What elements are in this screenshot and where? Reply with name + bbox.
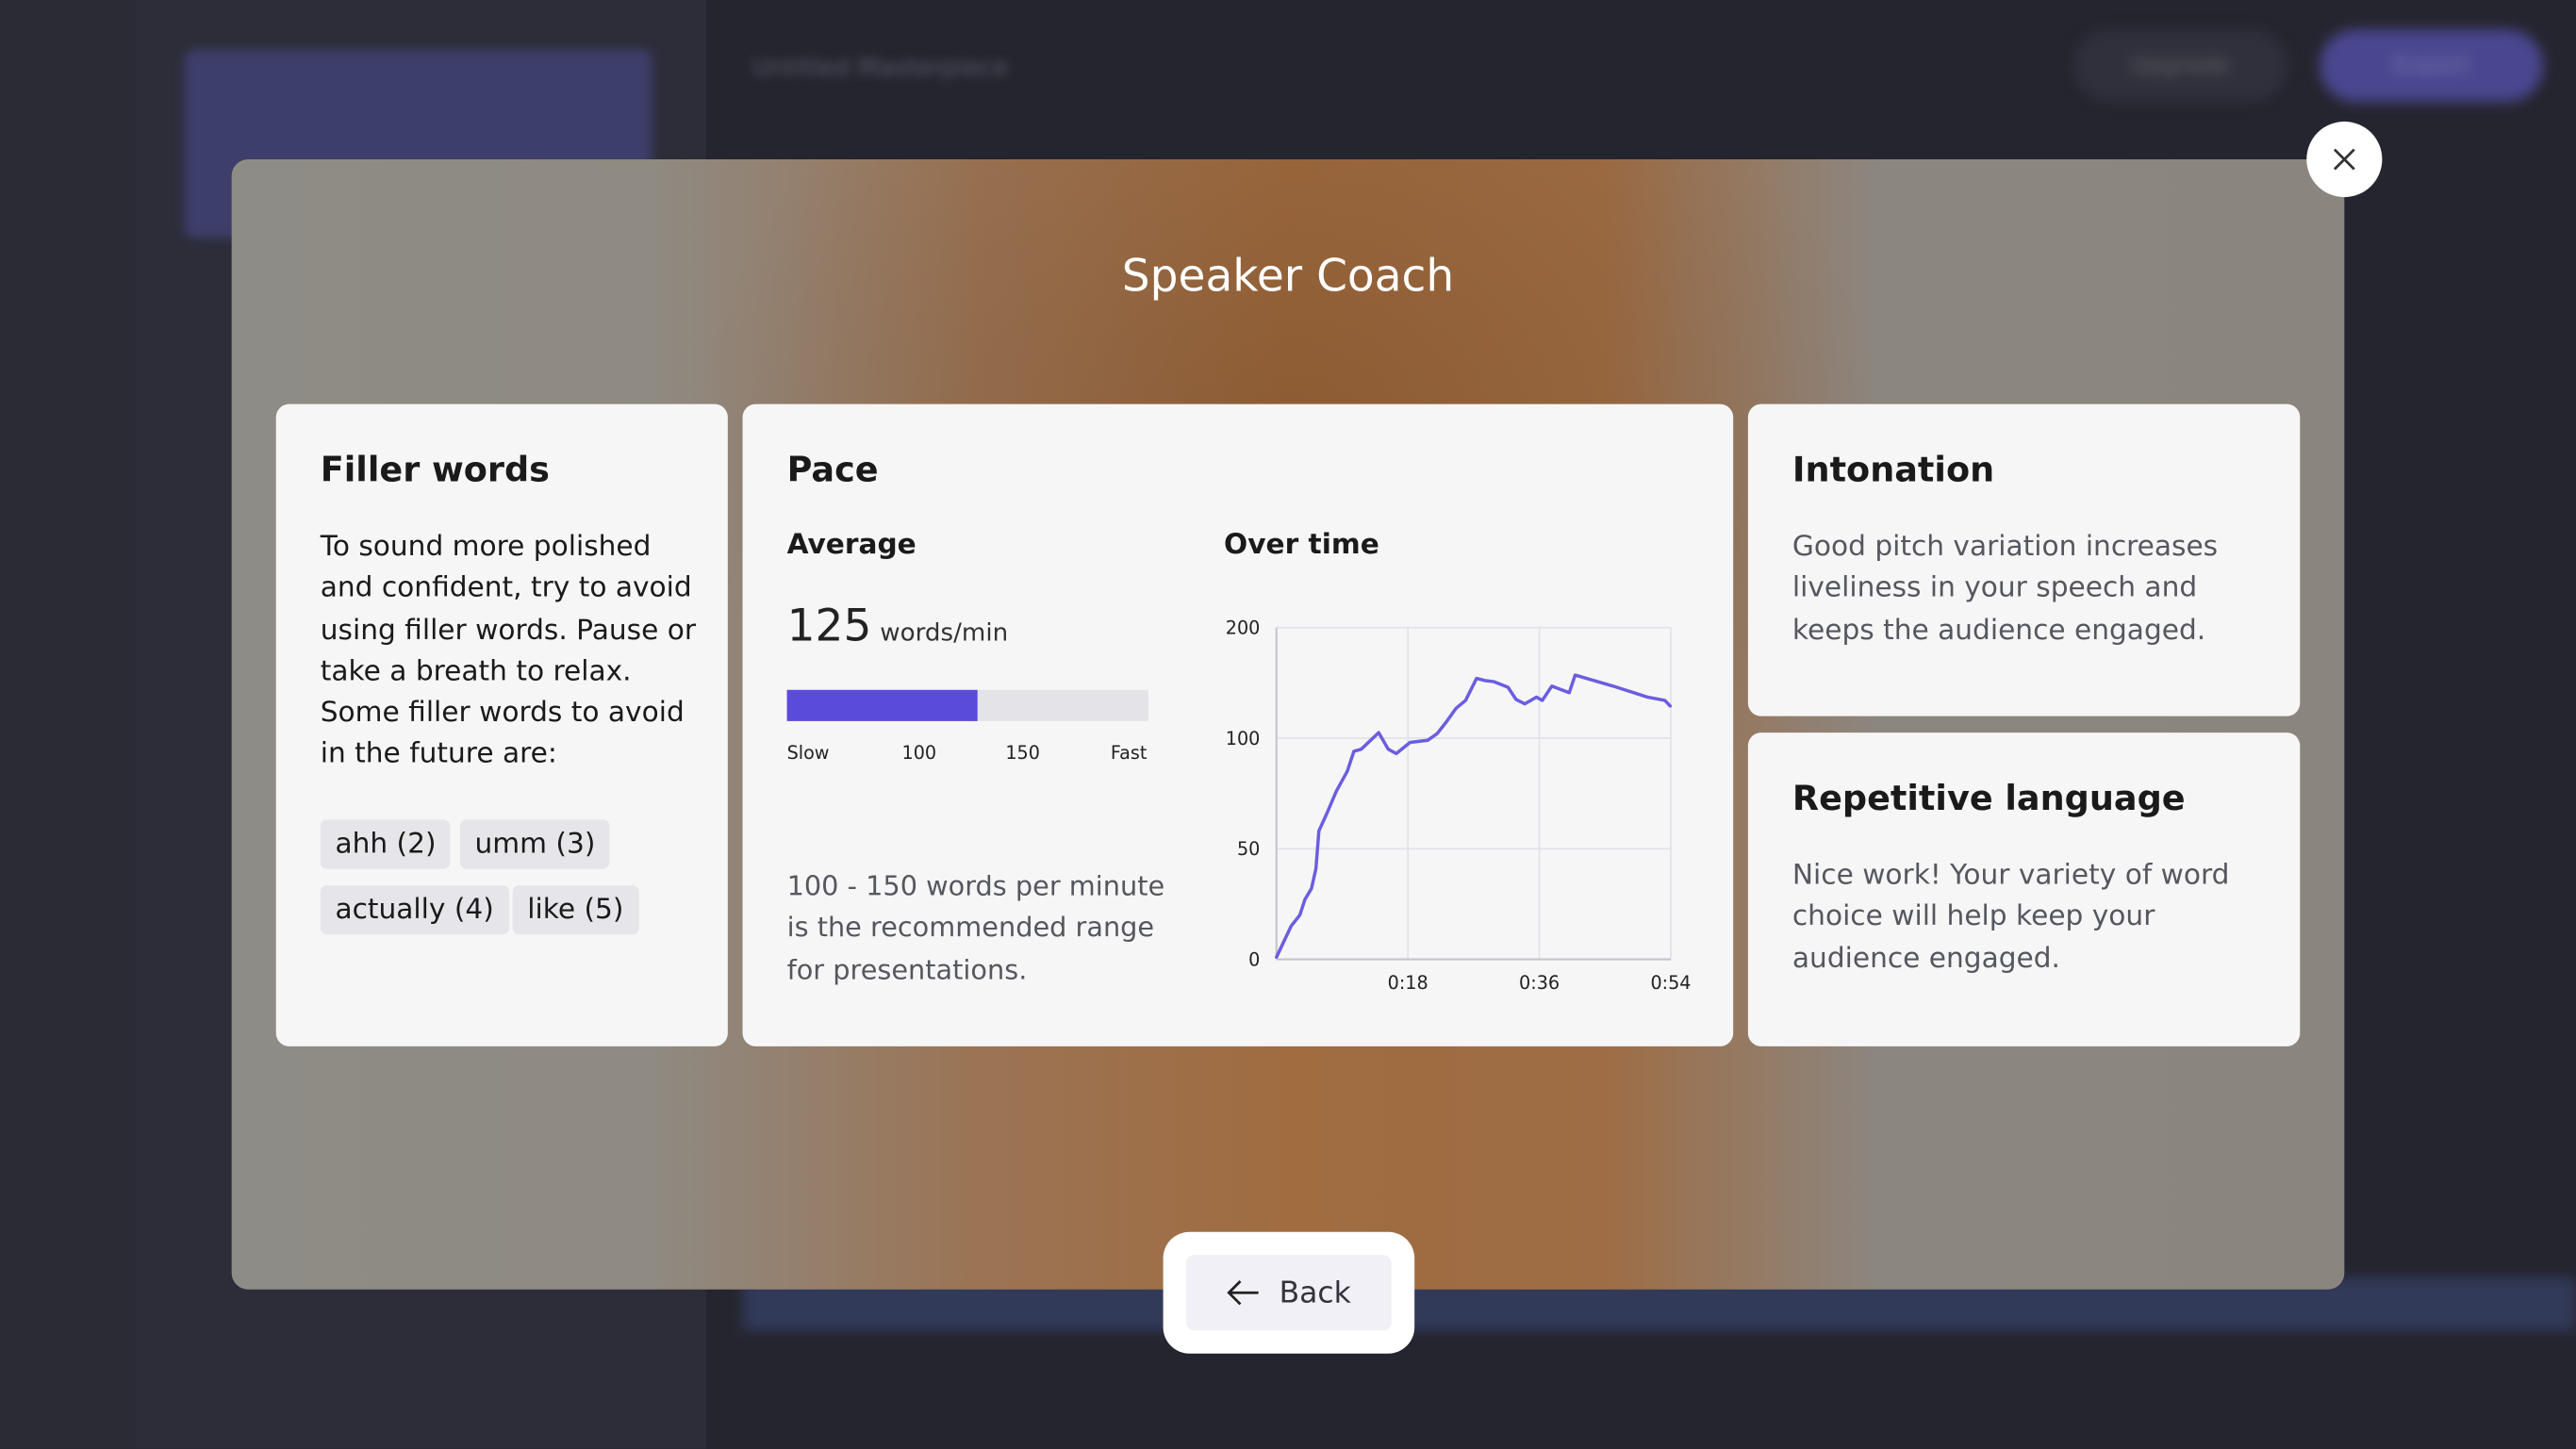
filler-chip: umm (3) — [459, 819, 611, 869]
pace-over-time-chart: 0 50 100 200 0:18 0:36 0:54 — [1226, 617, 1692, 994]
y-tick-label: 200 — [1226, 617, 1261, 639]
pace-note: 100 - 150 words per minute is the recomm… — [787, 865, 1165, 990]
pace-label-100: 100 — [901, 742, 937, 765]
pace-title: Pace — [786, 450, 879, 490]
text-line: 100 - 150 words per minute — [786, 870, 1165, 902]
filler-chip: like (5) — [512, 885, 639, 935]
speaker-coach-modal: Speaker Coach Filler words To sound more… — [231, 159, 2345, 1290]
repetitive-language-card: Repetitive language Nice work! Your vari… — [1747, 733, 2301, 1046]
pace-label-fast: Fast — [1110, 742, 1148, 765]
filler-words-card: Filler words To sound more polished and … — [275, 403, 728, 1046]
text-line: using filler words. Pause or — [320, 613, 697, 647]
back-button[interactable]: Back — [1185, 1255, 1392, 1331]
text-line: is the recommended range — [786, 912, 1155, 944]
modal-title: Speaker Coach — [1121, 251, 1455, 303]
upgrade-button[interactable]: Upgrade — [2072, 29, 2287, 103]
pace-value: 125 — [786, 601, 872, 652]
repetitive-language-title: Repetitive language — [1792, 778, 2186, 818]
pace-bar-fill — [786, 689, 978, 721]
text-line: liveliness in your speech and — [1792, 571, 2198, 605]
pace-card: Pace Average 125 words/min Slow 100 150 … — [742, 403, 1734, 1046]
text-line: audience engaged. — [1792, 942, 2060, 976]
back-button-container: Back — [1163, 1231, 1415, 1354]
over-time-label: Over time — [1224, 529, 1379, 562]
arrow-left-icon — [1226, 1280, 1259, 1306]
x-tick-label: 0:18 — [1388, 972, 1428, 994]
pace-bar — [786, 689, 1148, 721]
app-sidebar — [0, 0, 135, 1449]
average-pace: 125 words/min — [787, 601, 1009, 652]
text-line: take a breath to relax. — [320, 655, 632, 688]
y-tick-label: 50 — [1237, 838, 1260, 860]
text-line: choice will help keep your — [1792, 900, 2155, 934]
pace-line — [1275, 673, 1673, 960]
intonation-title: Intonation — [1792, 450, 1995, 490]
export-button[interactable]: Export — [2320, 29, 2544, 103]
filler-words-title: Filler words — [320, 450, 550, 490]
intonation-card: Intonation Good pitch variation increase… — [1747, 403, 2301, 716]
text-line: in the future are: — [320, 738, 557, 772]
filler-chip: actually (4) — [320, 885, 509, 935]
text-line: To sound more polished — [320, 530, 652, 564]
text-line: Some filler words to avoid — [320, 697, 685, 730]
pace-label-slow: Slow — [786, 742, 830, 765]
text-line: Good pitch variation increases — [1792, 530, 2219, 564]
project-title: Untitled Masterpiece — [751, 52, 1009, 83]
text-line: for presentations. — [786, 953, 1028, 985]
pace-label-150: 150 — [1005, 742, 1040, 765]
text-line: and confident, try to avoid — [320, 571, 692, 605]
average-label: Average — [786, 529, 916, 562]
x-tick-label: 0:36 — [1519, 972, 1560, 994]
back-label: Back — [1279, 1275, 1351, 1310]
text-line: Nice work! Your variety of word — [1792, 859, 2230, 893]
pace-unit: words/min — [880, 617, 1009, 648]
filler-words-description: To sound more polished and confident, tr… — [321, 527, 696, 776]
y-tick-label: 0 — [1248, 948, 1260, 970]
close-button[interactable] — [2306, 121, 2383, 198]
filler-chip: ahh (2) — [320, 819, 452, 869]
y-tick-label: 100 — [1226, 728, 1261, 749]
x-tick-label: 0:54 — [1650, 972, 1691, 994]
intonation-description: Good pitch variation increases livelines… — [1792, 527, 2218, 651]
close-icon — [2333, 148, 2355, 171]
repetitive-language-description: Nice work! Your variety of word choice w… — [1792, 856, 2230, 980]
text-line: keeps the audience engaged. — [1792, 613, 2206, 647]
